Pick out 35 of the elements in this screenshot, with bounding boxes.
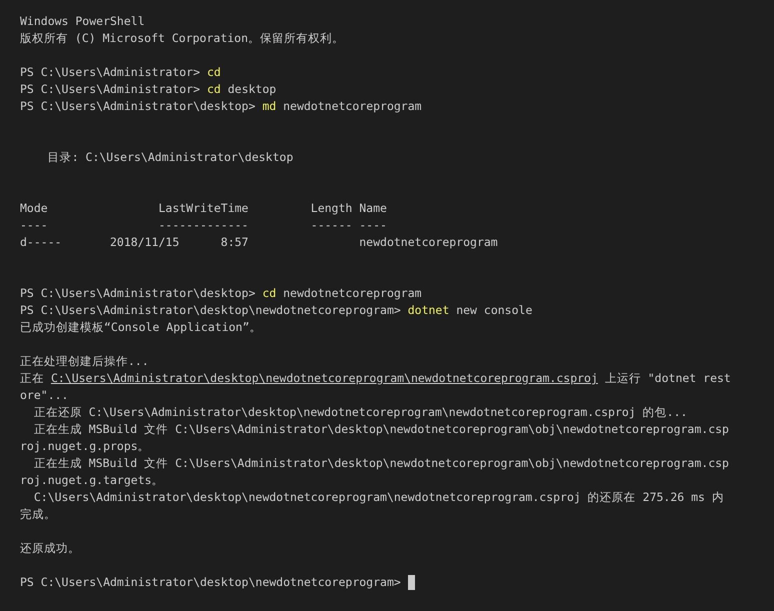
path-link[interactable]: C:\Users\Administrator\desktop\newdotnetcoreprogram\newdotnetcoreprogram.csproj bbox=[50, 370, 598, 387]
output-text: 上运行 "dotnet rest bbox=[604, 370, 731, 387]
output-text: d----- 2018/11/15 8:57 newdotnetcoreprogram bbox=[20, 234, 498, 251]
output-text: 正在处理创建后操作... bbox=[20, 353, 149, 370]
argument-text: newdotnetcoreprogram bbox=[282, 285, 422, 302]
prompt-text: PS C:\Users\Administrator\desktop\newdotnetcoreprogram> bbox=[20, 302, 402, 319]
output-text: ---- ------------- ------ ---- bbox=[20, 217, 387, 234]
output-text: ore"... bbox=[20, 387, 68, 404]
prompt-text: PS C:\Users\Administrator\desktop> bbox=[20, 285, 256, 302]
output-text: 完成。 bbox=[20, 506, 56, 523]
output-text: 版权所有 (C) Microsoft Corporation。保留所有权利。 bbox=[20, 30, 344, 47]
output-text: Mode LastWriteTime Length Name bbox=[20, 200, 387, 217]
argument-text: new console bbox=[455, 302, 532, 319]
output-text: C:\Users\Administrator\desktop\newdotnetcoreprogram\newdotnetcoreprogram.csproj 的还原在 275.26 ms 内 bbox=[32, 489, 724, 506]
output-text: roj.nuget.g.targets。 bbox=[20, 472, 164, 489]
prompt-text: PS C:\Users\Administrator> bbox=[20, 81, 202, 98]
output-text: 还原成功。 bbox=[20, 540, 80, 557]
output-text: 正在还原 C:\Users\Administrator\desktop\newdotnetcoreprogram\newdotnetcoreprogram.csproj 的包... bbox=[32, 404, 688, 421]
output-text: 正在生成 MSBuild 文件 C:\Users\Administrator\desktop\newdotnetcoreprogram\obj\newdotnetcoreprogram.csp bbox=[32, 421, 729, 438]
output-text: roj.nuget.g.props。 bbox=[20, 438, 150, 455]
prompt-text: PS C:\Users\Administrator\desktop\newdotnetcoreprogram> bbox=[20, 574, 402, 591]
output-text: 已成功创建模板“Console Application”。 bbox=[20, 319, 262, 336]
command-text: dotnet bbox=[408, 302, 450, 319]
prompt-text: PS C:\Users\Administrator\desktop> bbox=[20, 98, 256, 115]
output-text: 目录: C:\Users\Administrator\desktop bbox=[46, 149, 294, 166]
command-text: cd bbox=[262, 285, 276, 302]
command-text: md bbox=[262, 98, 276, 115]
output-text: 正在 bbox=[20, 370, 45, 387]
argument-text: desktop bbox=[226, 81, 276, 98]
output-text: 正在生成 MSBuild 文件 C:\Users\Administrator\desktop\newdotnetcoreprogram\obj\newdotnetcoreprogram.csp bbox=[32, 455, 729, 472]
argument-text: newdotnetcoreprogram bbox=[282, 98, 422, 115]
output-text: Windows PowerShell bbox=[20, 13, 145, 30]
prompt-text: PS C:\Users\Administrator> bbox=[20, 64, 202, 81]
command-text: cd bbox=[206, 64, 221, 81]
command-text: cd bbox=[206, 81, 221, 98]
